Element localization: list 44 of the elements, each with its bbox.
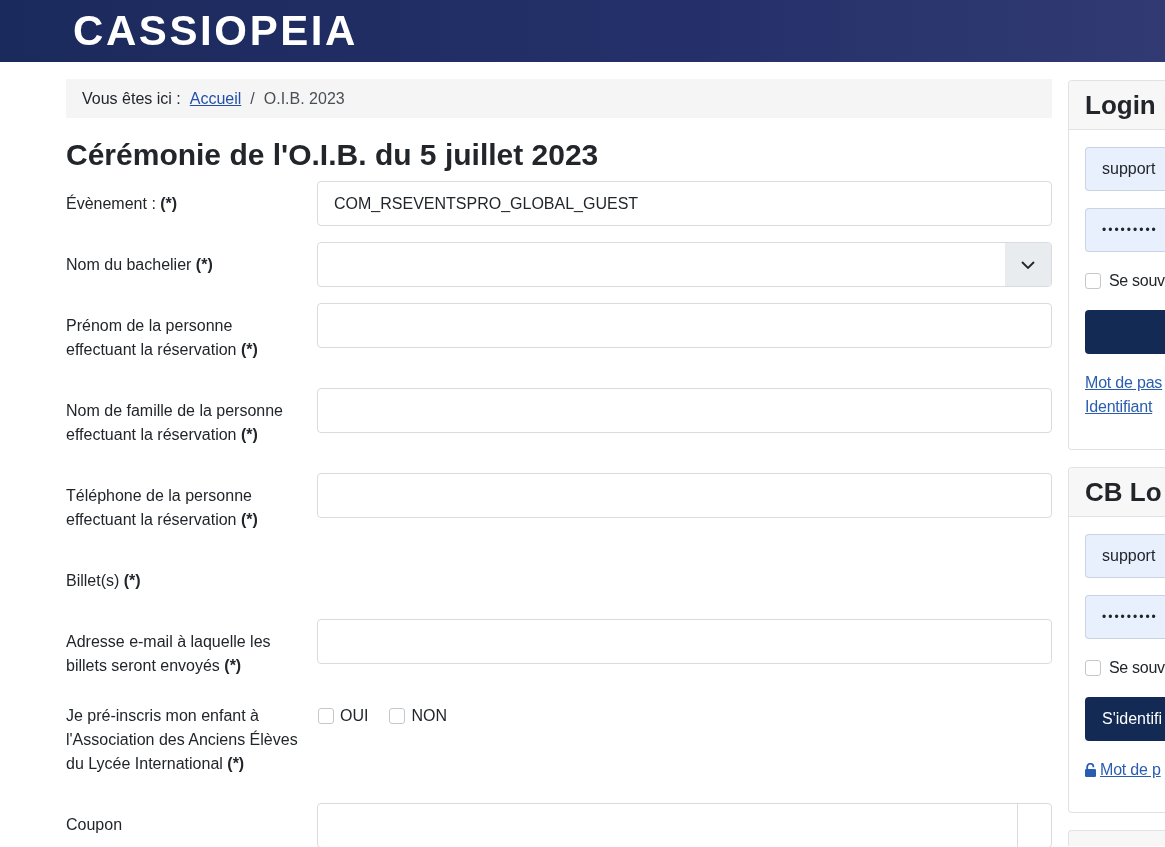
page-title: Cérémonie de l'O.I.B. du 5 juillet 2023 <box>66 137 600 173</box>
checkbox[interactable] <box>1085 273 1101 289</box>
username-field[interactable]: support <box>1085 534 1165 578</box>
module-link[interactable]: Mot de pas <box>1085 371 1163 395</box>
select-field[interactable] <box>317 242 1052 287</box>
field-label: Coupon <box>66 815 124 835</box>
login-button[interactable]: S'identifi <box>1085 697 1165 741</box>
select-toggle[interactable] <box>1005 243 1051 286</box>
module-link[interactable]: Mot de p <box>1085 758 1161 782</box>
text-field[interactable]: COM_RSEVENTSPRO_GLOBAL_GUEST <box>317 181 1052 226</box>
field-label: Évènement : (*) <box>66 193 179 214</box>
breadcrumb-separator: / <box>250 89 255 108</box>
breadcrumb-prefix: Vous êtes ici : <box>82 89 181 108</box>
checkbox[interactable] <box>1085 660 1101 676</box>
breadcrumb-current: O.I.B. 2023 <box>263 89 345 108</box>
padlock-icon <box>1085 763 1096 777</box>
remember-label: Se souv <box>1109 272 1165 290</box>
module-title: Login <box>1069 81 1165 130</box>
checkbox[interactable] <box>389 708 406 724</box>
password-field[interactable]: ••••••••• <box>1085 595 1165 639</box>
field-label: Billet(s) (*) <box>66 570 142 591</box>
chevron-down-icon <box>1021 260 1035 269</box>
field-label: Je pré-inscris mon enfant à l'Association des Anciens Élèves du Lycée International (*) <box>66 706 299 774</box>
text-field[interactable] <box>317 303 1052 348</box>
breadcrumb-link[interactable]: Accueil <box>189 89 242 108</box>
field-label: Adresse e-mail à laquelle les billets seront envoyés (*) <box>66 631 272 676</box>
password-field[interactable]: ••••••••• <box>1085 208 1165 252</box>
field-label: Téléphone de la personne effectuant la réservation (*) <box>66 485 259 530</box>
option-label: NON <box>411 706 447 726</box>
login-button[interactable] <box>1085 310 1165 354</box>
username-field[interactable]: support <box>1085 147 1165 191</box>
field-label: Nom de famille de la personne effectuant la réservation (*) <box>66 400 284 445</box>
text-field[interactable] <box>317 619 1052 664</box>
text-field[interactable] <box>317 388 1052 433</box>
remember-label: Se souv <box>1109 659 1165 677</box>
option-label: OUI <box>340 706 369 726</box>
field-label: Nom du bachelier (*) <box>66 254 214 275</box>
field-label: Prénom de la personne effectuant la réservation (*) <box>66 315 259 360</box>
site-logo[interactable]: CASSIOPEIA <box>73 10 359 52</box>
module-link[interactable]: Identifiant <box>1085 395 1153 419</box>
module-title: CB Lo <box>1069 468 1165 517</box>
checkbox[interactable] <box>318 708 334 724</box>
text-field[interactable] <box>317 473 1052 518</box>
coupon-field[interactable] <box>317 802 1052 847</box>
